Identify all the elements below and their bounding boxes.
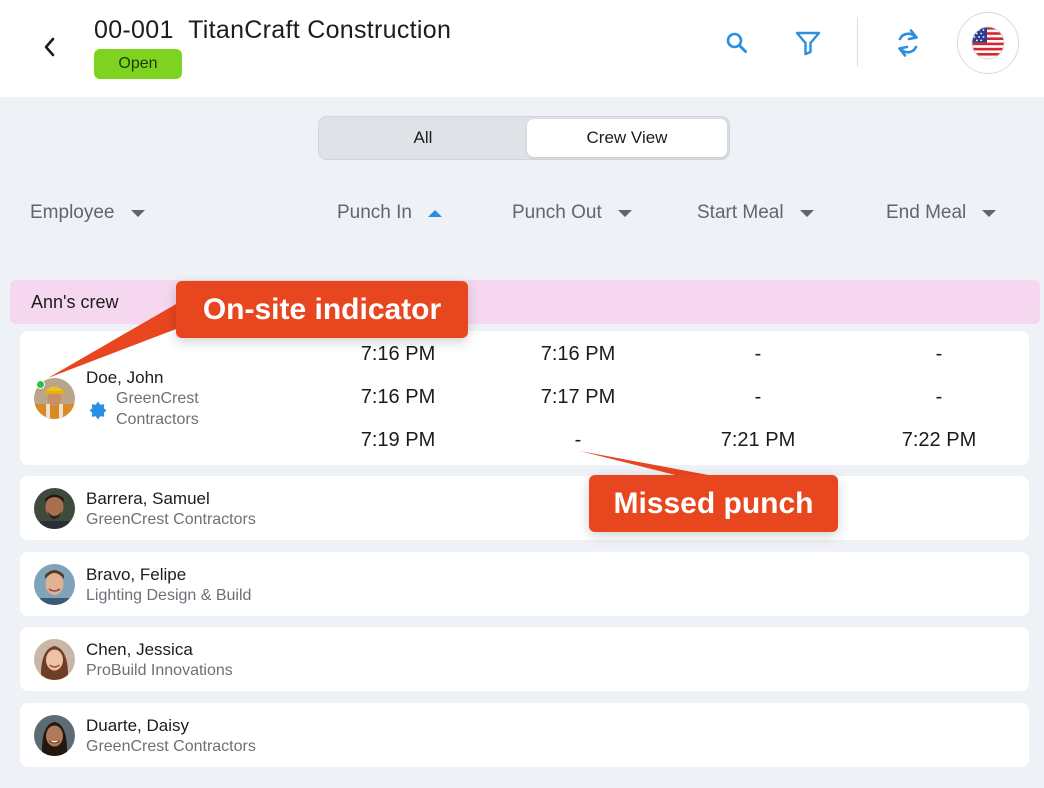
us-flag-icon: [971, 26, 1005, 60]
caret-down-icon: [617, 209, 632, 217]
end-meal-cell: -: [935, 386, 943, 408]
punch-in-cell: 7:16 PM: [360, 386, 436, 408]
sync-button[interactable]: [891, 26, 925, 60]
caret-down-icon: [982, 209, 997, 217]
company-line: GreenCrest: [116, 390, 199, 407]
employee-name: Doe, John: [86, 368, 164, 387]
search-icon: [726, 32, 747, 53]
view-toggle: All Crew View: [318, 116, 730, 160]
search-button[interactable]: [720, 26, 754, 60]
filter-button[interactable]: [791, 26, 825, 60]
onsite-callout: On-site indicator: [176, 281, 468, 338]
column-label: End Meal: [886, 202, 967, 223]
back-button[interactable]: [36, 30, 64, 64]
filter-icon: [795, 31, 821, 56]
chevron-left-icon: [44, 37, 55, 57]
end-meal-cell: -: [935, 343, 943, 365]
tab-crew-view[interactable]: Crew View: [527, 119, 727, 157]
crew-header: Ann's crew: [10, 280, 1040, 324]
company-line: Contractors: [116, 411, 199, 428]
employee-name: Chen, Jessica: [86, 640, 193, 659]
missed-punch-callout: Missed punch: [589, 475, 838, 532]
start-meal-cell: -: [754, 343, 762, 365]
crew-lead-badge-icon: [89, 401, 107, 420]
start-meal-cell: -: [754, 386, 762, 408]
employee-company: Lighting Design & Build: [86, 587, 252, 604]
employee-name: Bravo, Felipe: [86, 565, 187, 584]
column-header-end-meal[interactable]: End Meal: [886, 200, 997, 226]
employee-row[interactable]: Doe, John GreenCrest Contractors 7:16 PM…: [20, 331, 1029, 465]
employee-company: ProBuild Innovations: [86, 662, 233, 679]
avatar: [34, 639, 75, 680]
language-button[interactable]: [957, 12, 1019, 74]
job-number: 00-001: [94, 16, 174, 44]
column-label: Punch Out: [512, 202, 602, 223]
column-header-punch-in[interactable]: Punch In: [337, 200, 442, 226]
tab-all[interactable]: All: [321, 119, 525, 157]
header-divider: [857, 17, 858, 67]
employee-company: GreenCrest Contractors: [86, 511, 256, 528]
punch-in-cell: 7:19 PM: [360, 429, 436, 451]
avatar: [34, 715, 75, 756]
column-label: Start Meal: [697, 202, 784, 223]
column-header-punch-out[interactable]: Punch Out: [512, 200, 632, 226]
employee-name: Barrera, Samuel: [86, 489, 210, 508]
column-label: Punch In: [337, 202, 412, 223]
end-meal-cell: 7:22 PM: [901, 429, 977, 451]
caret-down-icon: [130, 209, 145, 217]
punch-out-cell: 7:17 PM: [540, 386, 616, 408]
employee-name: Duarte, Daisy: [86, 716, 189, 735]
caret-down-icon: [799, 209, 814, 217]
job-name: TitanCraft Construction: [188, 16, 452, 44]
employee-row[interactable]: Bravo, Felipe Lighting Design & Build: [20, 552, 1029, 616]
employee-row[interactable]: Chen, Jessica ProBuild Innovations: [20, 627, 1029, 691]
app-header: 00-001 TitanCraft Construction Open: [0, 0, 1044, 97]
employee-row[interactable]: Barrera, Samuel GreenCrest Contractors: [20, 476, 1029, 540]
punch-out-cell: 7:16 PM: [540, 343, 616, 365]
caret-up-icon: [428, 209, 442, 217]
crew-name: Ann's crew: [31, 291, 119, 312]
punch-in-cell: 7:16 PM: [360, 343, 436, 365]
employee-company: GreenCrest Contractors: [116, 388, 199, 430]
column-header-start-meal[interactable]: Start Meal: [697, 200, 814, 226]
column-header-employee[interactable]: Employee: [30, 200, 145, 226]
avatar: [34, 488, 75, 529]
status-badge: Open: [94, 49, 182, 79]
page-title: 00-001 TitanCraft Construction: [94, 16, 451, 45]
punch-out-cell: -: [574, 429, 582, 451]
onsite-indicator: [36, 380, 45, 389]
avatar: [34, 564, 75, 605]
column-label: Employee: [30, 202, 115, 223]
employee-row[interactable]: Duarte, Daisy GreenCrest Contractors: [20, 703, 1029, 767]
sync-icon: [898, 29, 918, 57]
start-meal-cell: 7:21 PM: [720, 429, 796, 451]
employee-company: GreenCrest Contractors: [86, 738, 256, 755]
